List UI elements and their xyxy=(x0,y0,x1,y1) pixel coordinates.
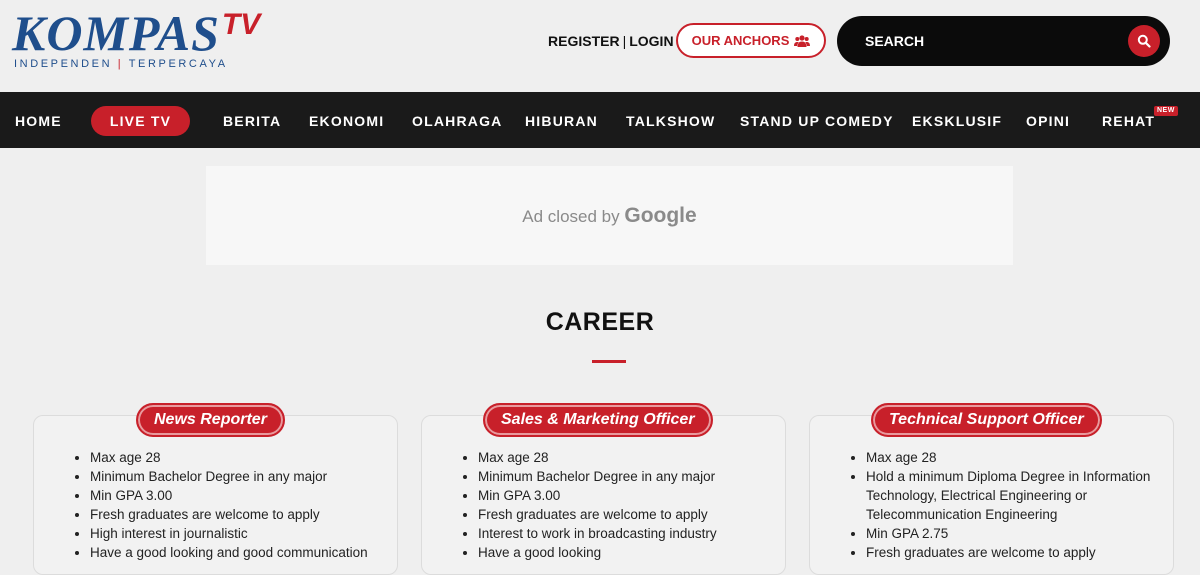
main-nav: HOME LIVE TV BERITA EKONOMI OLAHRAGA HIB… xyxy=(0,92,1200,148)
search-bar xyxy=(837,16,1170,66)
list-item: Min GPA 3.00 xyxy=(463,486,768,505)
list-item: Have a good looking and good communicati… xyxy=(75,543,380,562)
nav-item-eksklusif[interactable]: EKSKLUSIF xyxy=(912,92,1002,148)
site-header: KOMPAS TV INDEPENDEN | TERPERCAYA REGIST… xyxy=(0,0,1200,92)
list-item: Min GPA 2.75 xyxy=(851,524,1156,543)
ad-placeholder: Ad closed by Google xyxy=(206,166,1013,265)
nav-item-home[interactable]: HOME xyxy=(15,92,62,148)
ad-text-label: Ad closed by xyxy=(522,207,620,226)
career-heading: CAREER xyxy=(545,308,655,336)
nav-item-talkshow[interactable]: TALKSHOW xyxy=(626,92,715,148)
requirements-list: Max age 28 Minimum Bachelor Degree in an… xyxy=(463,448,768,562)
our-anchors-button[interactable]: OUR ANCHORS xyxy=(676,23,826,58)
job-title-news-reporter[interactable]: News Reporter xyxy=(136,403,285,437)
list-item: Min GPA 3.00 xyxy=(75,486,380,505)
tagline-right: TERPERCAYA xyxy=(128,58,228,70)
job-card-news-reporter: Max age 28 Minimum Bachelor Degree in an… xyxy=(33,415,398,575)
auth-divider: | xyxy=(622,33,627,49)
list-item: Fresh graduates are welcome to apply xyxy=(851,543,1156,562)
ad-closed-text: Ad closed by Google xyxy=(206,204,1013,228)
search-icon xyxy=(1137,34,1151,48)
kompas-tv-logo[interactable]: KOMPAS TV INDEPENDEN | TERPERCAYA xyxy=(12,8,260,70)
list-item: Max age 28 xyxy=(75,448,380,467)
list-item: Fresh graduates are welcome to apply xyxy=(75,505,380,524)
nav-item-live-tv[interactable]: LIVE TV xyxy=(91,106,190,136)
job-title-sales-marketing[interactable]: Sales & Marketing Officer xyxy=(483,403,713,437)
users-icon xyxy=(794,34,811,47)
logo-tagline: INDEPENDEN | TERPERCAYA xyxy=(14,58,260,70)
requirements-list: Max age 28 Hold a minimum Diploma Degree… xyxy=(851,448,1156,562)
nav-item-olahraga[interactable]: OLAHRAGA xyxy=(412,92,502,148)
search-button[interactable] xyxy=(1128,25,1160,57)
list-item: Minimum Bachelor Degree in any major xyxy=(463,467,768,486)
requirements-list: Max age 28 Minimum Bachelor Degree in an… xyxy=(75,448,380,562)
nav-item-berita[interactable]: BERITA xyxy=(223,92,281,148)
list-item: Interest to work in broadcasting industr… xyxy=(463,524,768,543)
list-item: Hold a minimum Diploma Degree in Informa… xyxy=(851,467,1156,524)
job-card-sales-marketing: Max age 28 Minimum Bachelor Degree in an… xyxy=(421,415,786,575)
list-item: Minimum Bachelor Degree in any major xyxy=(75,467,380,486)
job-title-technical-support[interactable]: Technical Support Officer xyxy=(871,403,1102,437)
list-item: Max age 28 xyxy=(463,448,768,467)
tagline-left: INDEPENDEN xyxy=(14,58,113,70)
list-item: Have a good looking xyxy=(463,543,768,562)
google-logo: Google xyxy=(624,204,697,227)
auth-links: REGISTER | LOGIN xyxy=(548,33,674,49)
login-link[interactable]: LOGIN xyxy=(629,33,673,49)
logo-tv: TV xyxy=(221,8,261,41)
job-card-technical-support: Max age 28 Hold a minimum Diploma Degree… xyxy=(809,415,1174,575)
list-item: High interest in journalistic xyxy=(75,524,380,543)
heading-underline xyxy=(592,360,626,363)
tagline-sep: | xyxy=(117,58,124,70)
nav-item-stand-up-comedy[interactable]: STAND UP COMEDY xyxy=(740,92,894,148)
nav-item-hiburan[interactable]: HIBURAN xyxy=(525,92,598,148)
search-input[interactable] xyxy=(865,30,1115,52)
register-link[interactable]: REGISTER xyxy=(548,33,620,49)
list-item: Fresh graduates are welcome to apply xyxy=(463,505,768,524)
anchors-label: OUR ANCHORS xyxy=(691,33,790,48)
nav-item-ekonomi[interactable]: EKONOMI xyxy=(309,92,384,148)
nav-item-rehat[interactable]: REHAT xyxy=(1102,92,1155,148)
nav-item-opini[interactable]: OPINI xyxy=(1026,92,1070,148)
new-badge: NEW xyxy=(1154,106,1178,116)
list-item: Max age 28 xyxy=(851,448,1156,467)
logo-brand: KOMPAS xyxy=(12,5,220,61)
